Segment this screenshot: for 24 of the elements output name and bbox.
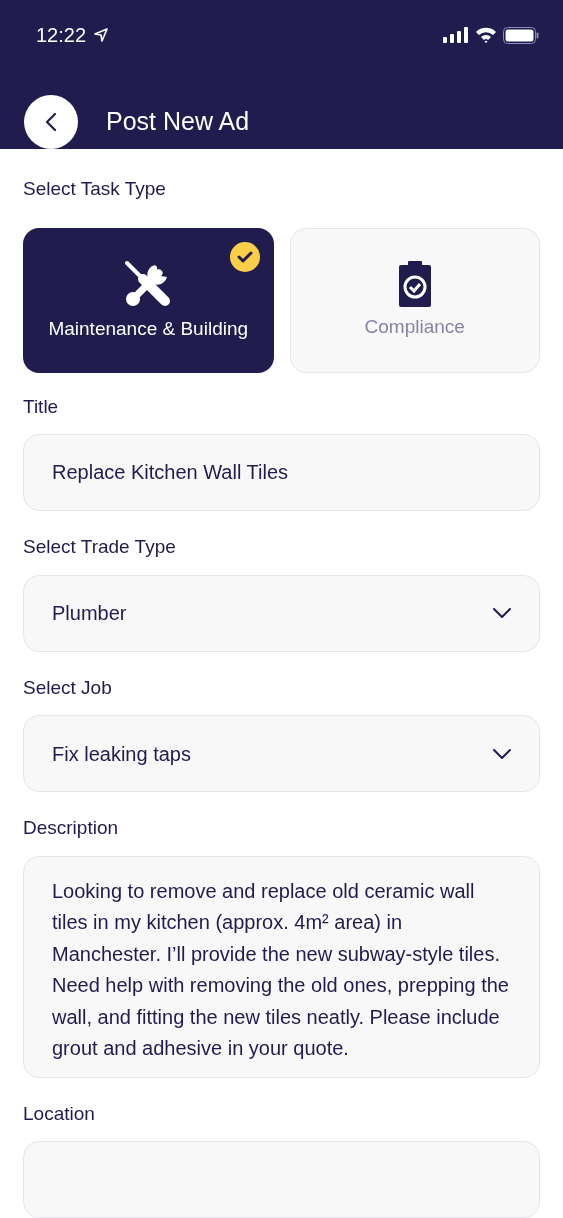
task-type-card[interactable]: Maintenance & Building (23, 227, 274, 373)
section-label: Select Task Type (23, 177, 167, 201)
location-arrow-icon (94, 28, 109, 42)
signal-icon (443, 27, 469, 43)
field-label: Description (23, 816, 120, 840)
field-label: Title (23, 394, 60, 419)
text-field[interactable] (23, 1141, 540, 1218)
chevron-down-icon (493, 748, 511, 759)
dropdown-field[interactable]: Plumber (23, 574, 540, 652)
battery-icon (503, 26, 539, 44)
field-label: Select Trade Type (23, 535, 177, 559)
back-button[interactable] (24, 95, 78, 149)
chevron-down-icon (493, 608, 511, 618)
description-field[interactable]: Looking to remove and replace old ceramic wall tiles in my kitchen (approx. 4m² area) in Manchester. I’ll provide the new subway-style tiles. Need help with removing the old ones, prepping the wall, and fitting the new tiles neatly. Please include grout and adhesive in your quote. (23, 855, 540, 1078)
text-field[interactable]: Replace Kitchen Wall Tiles (23, 434, 540, 511)
dropdown-field[interactable]: Fix leaking taps (23, 715, 540, 792)
page-title: Post New Ad (106, 106, 250, 138)
status-time: 12:22 (36, 23, 87, 48)
chevron-left-icon (45, 112, 57, 132)
field-label: Select Job (23, 675, 113, 700)
wifi-icon (475, 27, 497, 43)
check-badge-icon (229, 241, 260, 272)
clipboard-check-icon (397, 261, 432, 307)
field-label: Location (23, 1101, 96, 1126)
